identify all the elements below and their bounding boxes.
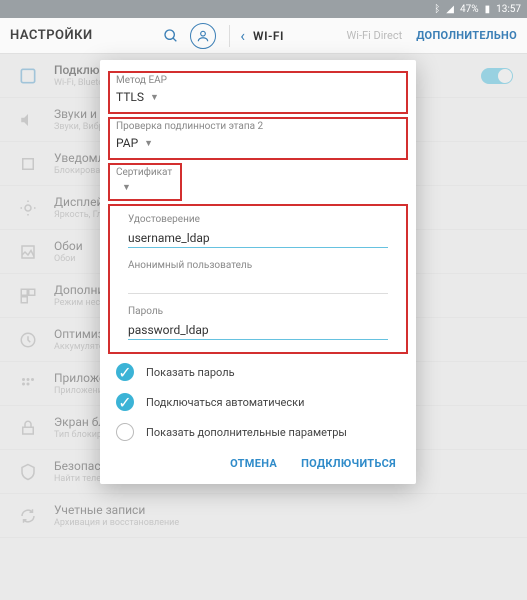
section-title: WI-FI: [253, 29, 284, 43]
anonymous-input[interactable]: [128, 275, 388, 294]
phase2-select[interactable]: PAP ▼: [116, 134, 400, 152]
identity-label: Удостоверение: [128, 214, 388, 225]
search-icon[interactable]: [158, 23, 184, 49]
clock: 13:57: [496, 4, 521, 15]
page-title: НАСТРОЙКИ: [10, 28, 93, 43]
check-icon: ✓: [116, 363, 134, 381]
chevron-down-icon: ▼: [122, 182, 131, 193]
anon-label: Анонимный пользователь: [128, 260, 388, 271]
show-advanced-checkbox[interactable]: Показать дополнительные параметры: [100, 417, 416, 447]
dialog-actions: ОТМЕНА ПОДКЛЮЧИТЬСЯ: [100, 447, 416, 484]
auto-connect-checkbox[interactable]: ✓ Подключаться автоматически: [100, 387, 416, 417]
wifi-direct-button[interactable]: Wi-Fi Direct: [347, 29, 403, 42]
show-password-checkbox[interactable]: ✓ Показать пароль: [100, 357, 416, 387]
connect-button[interactable]: ПОДКЛЮЧИТЬСЯ: [301, 457, 396, 470]
app-bar: НАСТРОЙКИ ‹ WI-FI Wi-Fi Direct ДОПОЛНИТЕ…: [0, 18, 527, 54]
more-button[interactable]: ДОПОЛНИТЕЛЬНО: [416, 29, 517, 42]
phase2-value: PAP: [116, 136, 138, 150]
eap-method-select[interactable]: TTLS ▼: [116, 88, 400, 106]
identity-input[interactable]: [128, 229, 388, 248]
battery-icon: ▮: [485, 4, 491, 15]
back-icon[interactable]: ‹: [240, 26, 245, 45]
check-icon: ✓: [116, 393, 134, 411]
chevron-down-icon: ▼: [144, 138, 153, 149]
wifi-icon: ◢: [446, 4, 454, 15]
password-label: Пароль: [128, 306, 388, 317]
highlight-phase2: Проверка подлинности этапа 2 PAP ▼: [108, 117, 408, 160]
show-password-label: Показать пароль: [146, 366, 235, 379]
eap-value: TTLS: [116, 90, 144, 104]
chevron-down-icon: ▼: [150, 92, 159, 103]
cancel-button[interactable]: ОТМЕНА: [230, 457, 277, 470]
show-advanced-label: Показать дополнительные параметры: [146, 426, 347, 439]
cert-label: Сертификат: [116, 167, 174, 178]
cert-select[interactable]: ▼: [116, 180, 174, 195]
password-input[interactable]: [128, 321, 388, 340]
battery-level: 47%: [460, 4, 479, 15]
status-bar: ᛒ ◢ 47% ▮ 13:57: [0, 0, 527, 18]
phase2-label: Проверка подлинности этапа 2: [116, 121, 400, 132]
highlight-cert: Сертификат ▼: [108, 163, 182, 201]
profile-icon[interactable]: [190, 23, 216, 49]
auto-connect-label: Подключаться автоматически: [146, 396, 304, 409]
eap-label: Метод EAP: [116, 75, 400, 86]
highlight-credentials: Удостоверение Анонимный пользователь Пар…: [108, 204, 408, 354]
wifi-config-dialog: Метод EAP TTLS ▼ Проверка подлинности эт…: [100, 60, 416, 484]
bluetooth-icon: ᛒ: [434, 4, 440, 15]
radio-empty-icon: [116, 423, 134, 441]
highlight-eap: Метод EAP TTLS ▼: [108, 71, 408, 114]
divider: [229, 25, 230, 47]
